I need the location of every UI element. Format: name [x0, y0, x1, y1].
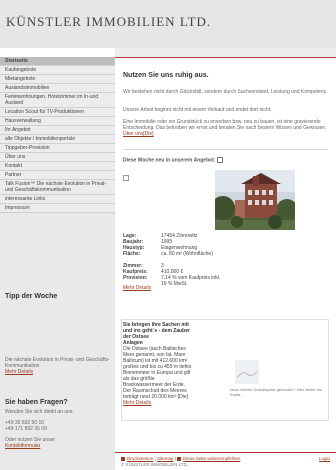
tipp-more-link[interactable]: Mehr Details	[5, 369, 33, 375]
footer-links: Druckversion | Sitemap | Diese Seite wei…	[121, 456, 240, 461]
recommend-link[interactable]: Diese Seite weiterempfehlen	[183, 456, 240, 461]
angebot-title-text: Diese Woche neu in unserem Angebot:	[123, 157, 216, 164]
tipp-description: Die nächste Evolution in Privat- und Ges…	[5, 357, 110, 369]
prop-value: ca. 80 m² (Wohnfläche)	[161, 251, 213, 257]
sidebar: Startseite Kaufangebote Mietangebote Aus…	[0, 57, 115, 470]
nav-item-mietangebote[interactable]: Mietangebote	[0, 75, 115, 84]
nav-item-hausverwaltung[interactable]: Hausverwaltung	[0, 117, 115, 126]
intro-paragraph-3: Eine Immobilie oder ein Grundstück zu er…	[123, 119, 328, 137]
nav-item-tippgeber[interactable]: Tippgeber-Provision	[0, 144, 115, 153]
ostsee-thumb[interactable]	[235, 360, 259, 384]
intro-paragraph-3-text: Eine Immobilie oder ein Grundstück zu er…	[123, 119, 327, 131]
property-more-link[interactable]: Mehr Details	[123, 285, 151, 291]
nav-item-startseite[interactable]: Startseite	[0, 57, 115, 66]
fragen-text: Wenden Sie sich direkt an uns: +49 30 83…	[5, 409, 110, 449]
nav-item-talk-fusion[interactable]: Talk Fusion™ Die nächste Evolution in Pr…	[0, 180, 115, 195]
prop-value: 7,14 % vom Kaufpreis inkl. 19 % MwSt.	[161, 275, 221, 287]
fragen-title: Sie haben Fragen?	[5, 399, 68, 406]
ostsee-body: Die Ostsee (auch Baltisches Meer genannt…	[123, 346, 192, 400]
intro-paragraph-1: Wir bestehen nicht durch Glücksfall, son…	[123, 89, 328, 95]
property-photo[interactable]	[215, 170, 295, 230]
property-details: Lage: 17454 Zinnowitz Baujahr: 1995 Hausty…	[123, 233, 221, 287]
login-link[interactable]: Login	[319, 456, 330, 461]
main-nav: Startseite Kaufangebote Mietangebote Aus…	[0, 57, 115, 213]
nav-item-links[interactable]: interessante Links	[0, 195, 115, 204]
ostsee-caption: Noch keinen Urlaubsplatz gefunden? Hier …	[230, 387, 323, 397]
prop-key: Fläche:	[123, 251, 141, 257]
ostsee-more-link[interactable]: Mehr Details	[123, 400, 151, 406]
ostsee-title: Sie bringen ihre Sachen mit und ins geht…	[123, 322, 190, 340]
page-heading: Nutzen Sie uns ruhig aus.	[123, 72, 209, 79]
top-rule	[115, 57, 336, 58]
print-icon	[121, 456, 125, 461]
contact-form-link[interactable]: Kontaktformular	[5, 443, 40, 449]
main-content: Nutzen Sie uns ruhig aus. Wir bestehen n…	[115, 57, 336, 470]
angebot-title: Diese Woche neu in unserem Angebot:	[123, 157, 223, 163]
header: KÜNSTLER IMMOBILIEN LTD.	[0, 0, 336, 55]
prop-row: Fläche: ca. 80 m² (Wohnfläche)	[123, 251, 221, 257]
top-bar	[0, 48, 336, 57]
print-link[interactable]: Druckversion	[127, 456, 153, 461]
nav-item-ihr-angebot[interactable]: Ihr Angebot	[0, 126, 115, 135]
tipp-text: Die nächste Evolution in Privat- und Ges…	[5, 357, 110, 375]
nav-item-partner[interactable]: Partner	[0, 171, 115, 180]
site-logo[interactable]: KÜNSTLER IMMOBILIEN LTD.	[6, 14, 211, 30]
tipp-title: Tipp der Woche	[5, 293, 58, 300]
listing-checkbox[interactable]	[123, 175, 129, 181]
intro-paragraph-2: Unsere Arbeit beginnt nicht mit einem Ve…	[123, 107, 272, 113]
divider	[123, 149, 328, 150]
footer: Druckversion | Sitemap | Diese Seite wei…	[115, 452, 336, 470]
nav-item-ueber-uns[interactable]: Über uns	[0, 153, 115, 162]
mail-icon	[177, 456, 182, 461]
nav-item-alle-objekte[interactable]: alle Objekte / Immobilienportale	[0, 135, 115, 144]
nav-item-kontakt[interactable]: Kontakt	[0, 162, 115, 171]
copyright: © KÜNSTLER IMMOBILIEN LTD.	[121, 462, 188, 467]
nav-item-location-scout[interactable]: Location Scout für TV-Produktionen	[0, 108, 115, 117]
sitemap-link[interactable]: Sitemap	[157, 456, 174, 461]
nav-item-auslandsimmobilien[interactable]: Auslandsimmobilien	[0, 84, 115, 93]
nav-item-ferienwohnungen[interactable]: Ferienwohnungen, Hotelzimmer im In-und A…	[0, 93, 115, 108]
nav-item-kaufangebote[interactable]: Kaufangebote	[0, 66, 115, 75]
ueber-uns-link[interactable]: Über uns[Die]	[123, 131, 154, 137]
footer-rule	[115, 452, 336, 453]
ostsee-text: Sie bringen ihre Sachen mit und ins geht…	[123, 322, 193, 406]
nav-item-impressum[interactable]: Impressum	[0, 204, 115, 213]
